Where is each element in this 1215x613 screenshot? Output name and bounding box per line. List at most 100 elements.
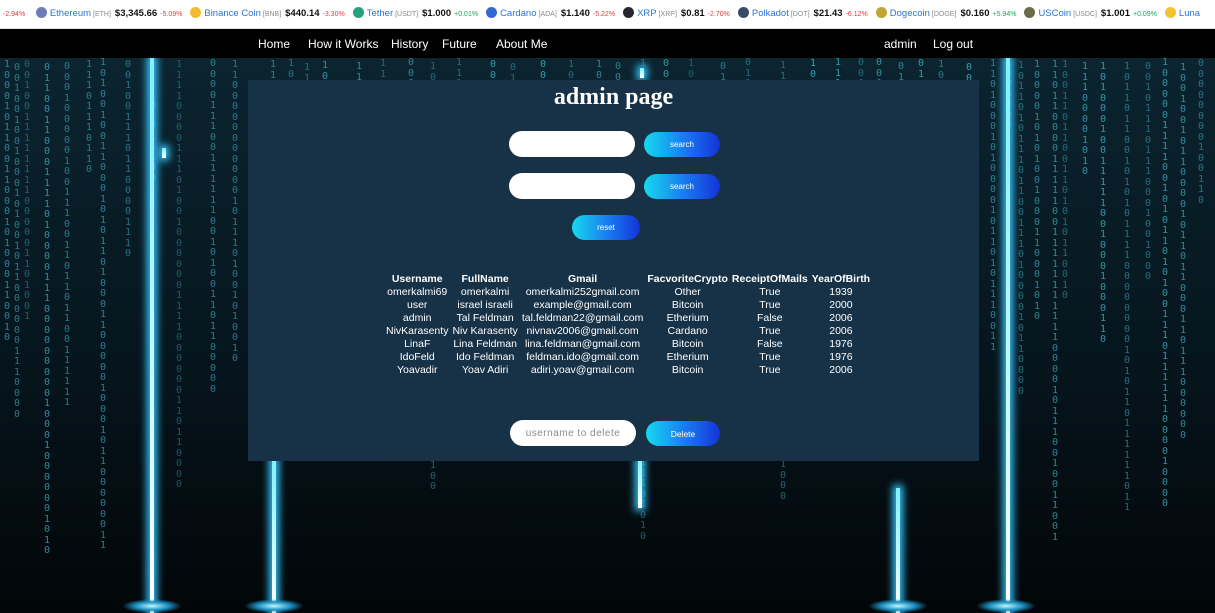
search-button-1[interactable]: search [644, 132, 720, 157]
light-beam [896, 488, 900, 613]
table-cell: 2000 [829, 298, 853, 311]
coin-price: $0.160 [960, 8, 990, 19]
nav-future-link[interactable]: Future [442, 37, 477, 51]
nav-history-link[interactable]: History [391, 37, 428, 51]
matrix-digit-column: 0 0 1 0 0 1 0 0 1 0 0 0 1 0 1 0 0 1 0 1 … [14, 62, 21, 420]
coin-change: +0.01% [454, 11, 479, 18]
table-cell: adiri.yoav@gmail.com [530, 363, 635, 376]
table-row: IdoFeld Ido Feldman feldman.ido@gmail.com E… [384, 350, 872, 363]
table-cell: Bitcoin [671, 298, 704, 311]
matrix-digit-column: 1 0 0 0 0 0 1 1 1 1 0 0 1 0 1 0 1 1 0 1 … [1162, 58, 1169, 509]
page-title: admin page [553, 84, 674, 110]
table-cell: Ido Feldman [455, 350, 515, 363]
coin-symbol: [DOGE] [931, 11, 957, 18]
matrix-digit-column: 0 0 0 1 0 0 0 0 0 1 0 0 1 1 1 0 0 1 1 0 … [64, 61, 71, 408]
ticker-item[interactable]: USCoin [USDC] $1.001 +0.09% [1024, 0, 1157, 28]
delete-username-input[interactable] [510, 420, 636, 446]
table-cell: False [756, 311, 783, 324]
matrix-digit-column: 0 0 1 0 0 1 1 1 1 1 1 1 1 0 0 0 0 0 1 1 … [24, 59, 31, 322]
matrix-digit-column: 1 0 0 0 0 1 0 1 0 1 0 0 1 0 0 0 1 1 0 0 … [1034, 59, 1041, 322]
search-input-1[interactable] [509, 131, 635, 157]
ticker-item[interactable]: Tether [USDT] $1.000 +0.01% [352, 0, 479, 28]
nav-user-link[interactable]: admin [884, 37, 917, 51]
table-cell: Bitcoin [671, 337, 704, 350]
coin-price: $440.14 [285, 8, 320, 19]
ticker-item[interactable]: Luna [1164, 0, 1209, 28]
table-cell: False [756, 337, 783, 350]
matrix-digit-column: 1 0 1 1 0 1 1 0 0 1 0 1 0 1 0 1 1 1 1 0 … [1124, 61, 1131, 513]
table-cell: Niv Karasenty [452, 324, 518, 337]
column-header: FullName [461, 272, 509, 285]
ticker-item[interactable]: Cardano [ADA] $1.140 -5.22% [486, 0, 615, 28]
coin-change: -6.12% [845, 11, 868, 18]
coin-price: $21.43 [813, 8, 843, 19]
coin-icon [35, 7, 47, 18]
matrix-digit-column: 1 1 1 1 0 0 0 0 1 1 1 0 1 0 0 1 0 0 0 0 … [176, 59, 183, 490]
ticker-item[interactable]: Polkadot [DOT] $21.43 -6.12% [737, 0, 868, 28]
table-row: Yoavadir Yoav Adiri adiri.yoav@gmail.com Bi… [384, 363, 872, 376]
light-beam [162, 148, 166, 158]
coin-icon [1164, 7, 1176, 18]
search-button-2[interactable]: search [644, 174, 720, 199]
table-cell: LinaF [404, 337, 431, 350]
matrix-digit-column: 1 0 0 0 1 0 1 1 0 0 1 1 0 0 0 1 0 1 0 0 … [4, 59, 11, 343]
coin-name: USCoin [1038, 8, 1072, 19]
ticker-item[interactable]: XRP [XRP] $0.81 -2.70% [623, 0, 730, 28]
nav-logout-link[interactable]: Log out [933, 37, 973, 51]
table-cell: True [759, 298, 781, 311]
search-input-2[interactable] [509, 173, 635, 199]
table-cell: omerkalmi [460, 285, 510, 298]
matrix-digit-column: 1 0 0 1 1 0 1 1 0 0 1 1 0 1 0 1 0 1 1 0 … [1062, 59, 1069, 301]
beam-glow [976, 599, 1036, 613]
light-beam [150, 58, 154, 613]
ticker-item[interactable]: Dogecoin [DOGE] $0.160 +5.94% [875, 0, 1017, 28]
column-header: FacvoriteCrypto [647, 272, 728, 285]
reset-button[interactable]: reset [572, 215, 640, 240]
table-cell: tal.feldman22@gmail.com [521, 311, 644, 324]
coin-name: Dogecoin [889, 8, 930, 19]
table-cell: Tal Feldman [456, 311, 514, 324]
table-cell: 1939 [829, 285, 853, 298]
coin-price: $3,345.66 [114, 8, 158, 19]
matrix-digit-column: 0 0 0 0 1 1 1 0 0 1 1 1 1 1 1 0 0 1 0 1 … [210, 58, 217, 395]
column-header: Gmail [567, 272, 598, 285]
delete-button[interactable]: Delete [646, 421, 720, 446]
table-cell: lina.feldman@gmail.com [525, 337, 641, 350]
users-table: Username FullName Gmail FacvoriteCrypto … [384, 272, 872, 376]
table-cell: feldman.ido@gmail.com [526, 350, 639, 363]
coin-price: $1.140 [560, 8, 590, 19]
ticker-lead-change: -2.94% [3, 11, 26, 18]
matrix-digit-column: 1 0 1 0 0 1 0 0 1 1 0 0 0 1 0 1 0 1 1 0 … [100, 58, 107, 551]
coin-name: Tether [366, 8, 394, 19]
table-cell: True [759, 350, 781, 363]
beam-glow [868, 599, 928, 613]
coin-name: Luna [1178, 8, 1201, 19]
nav-about-link[interactable]: About Me [496, 37, 547, 51]
ticker-item[interactable]: Binance Coin [BNB] $440.14 -3.30% [190, 0, 345, 28]
nav-how-it-works-link[interactable]: How it Works [308, 37, 378, 51]
ticker-item[interactable]: Ethereum [ETH] $3,345.66 -5.09% [35, 0, 183, 28]
nav-home-link[interactable]: Home [258, 37, 290, 51]
table-cell: 1976 [829, 337, 853, 350]
coin-name: Binance Coin [204, 8, 261, 19]
coin-symbol: [ADA] [538, 11, 557, 18]
coin-icon [352, 7, 364, 18]
light-beam [272, 458, 276, 613]
coin-name: Cardano [500, 8, 537, 19]
matrix-digit-column: 1 1 0 0 0 0 0 0 0 0 0 0 0 1 0 1 1 1 0 1 … [232, 59, 239, 364]
coin-symbol: [USDC] [1073, 11, 1097, 18]
coin-change: -5.09% [160, 11, 183, 18]
coin-icon [623, 7, 635, 18]
coin-icon [1024, 7, 1036, 18]
table-cell: 2006 [829, 311, 853, 324]
matrix-digit-column: 1 0 1 1 0 1 0 1 1 1 0 1 1 0 0 1 1 1 0 1 … [1018, 60, 1025, 397]
coin-price: $0.81 [680, 8, 705, 19]
matrix-digit-column: 0 0 0 0 0 0 0 0 1 0 0 1 1 0 [1198, 58, 1205, 206]
coin-price: $1.001 [1100, 8, 1130, 19]
table-cell: Etherium [666, 350, 709, 363]
column-header: YearOfBirth [811, 272, 871, 285]
column-header: Username [391, 272, 443, 285]
coin-change: +5.94% [992, 11, 1017, 18]
matrix-digit-column: 1 1 1 0 0 0 0 1 0 1 0 [1082, 61, 1089, 177]
table-row: omerkalmi69 omerkalmi omerkalmi252gmail.co… [384, 285, 872, 298]
